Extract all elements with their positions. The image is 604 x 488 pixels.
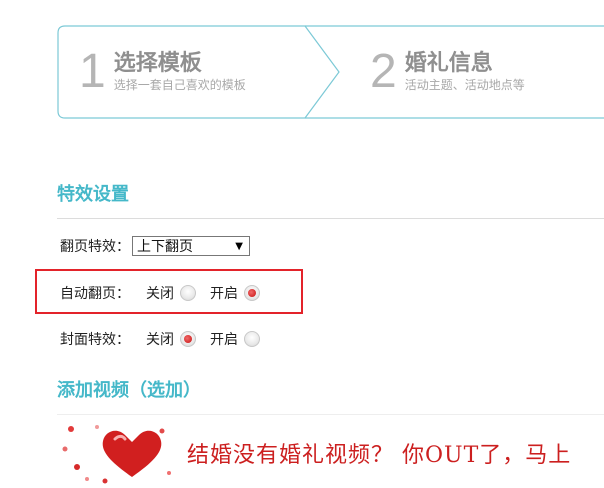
auto-page-on-label: 开启	[210, 286, 238, 302]
step-1-number: 1	[79, 45, 106, 98]
auto-page-off-radio[interactable]	[180, 285, 196, 301]
step-2[interactable]: 2 婚礼信息 活动主题、活动地点等	[370, 25, 525, 119]
page-turn-label: 翻页特效：	[60, 239, 130, 255]
heart-icon	[62, 425, 171, 484]
cover-off-radio[interactable]	[180, 331, 196, 347]
effects-section-title: 特效设置	[57, 184, 129, 205]
page-turn-row: 翻页特效： 上下翻页 ▼	[60, 234, 250, 258]
step-1[interactable]: 1 选择模板 选择一套自己喜欢的模板	[79, 25, 246, 119]
step-1-title: 选择模板	[113, 51, 202, 76]
step-2-subtitle: 活动主题、活动地点等	[404, 78, 525, 92]
step-2-number: 2	[370, 45, 397, 98]
auto-page-on-radio[interactable]	[244, 285, 260, 301]
wizard-steps: 1 选择模板 选择一套自己喜欢的模板 2 婚礼信息 活动主题、活动地点等	[57, 25, 604, 119]
banner-text: 结婚没有婚礼视频？ 你OUT了，马上	[187, 443, 572, 468]
auto-page-off-label: 关闭	[146, 286, 174, 302]
auto-page-label: 自动翻页：	[60, 286, 130, 302]
dropdown-arrow-icon: ▼	[235, 240, 243, 252]
auto-page-row: 自动翻页： 关闭 开启	[60, 281, 260, 305]
section-divider	[57, 218, 604, 219]
page-turn-select[interactable]: 上下翻页 ▼	[132, 236, 250, 256]
video-section-title: 添加视频（选加）	[57, 380, 201, 401]
page-turn-selected: 上下翻页	[137, 239, 193, 255]
step-2-title: 婚礼信息	[404, 51, 493, 76]
cover-effect-label: 封面特效：	[60, 332, 130, 348]
cover-on-radio[interactable]	[244, 331, 260, 347]
cover-off-label: 关闭	[146, 332, 174, 348]
cover-effect-row: 封面特效： 关闭 开启	[60, 327, 260, 351]
video-banner[interactable]: 结婚没有婚礼视频？ 你OUT了，马上	[57, 414, 604, 488]
step-1-subtitle: 选择一套自己喜欢的模板	[113, 78, 246, 92]
cover-on-label: 开启	[210, 332, 238, 348]
